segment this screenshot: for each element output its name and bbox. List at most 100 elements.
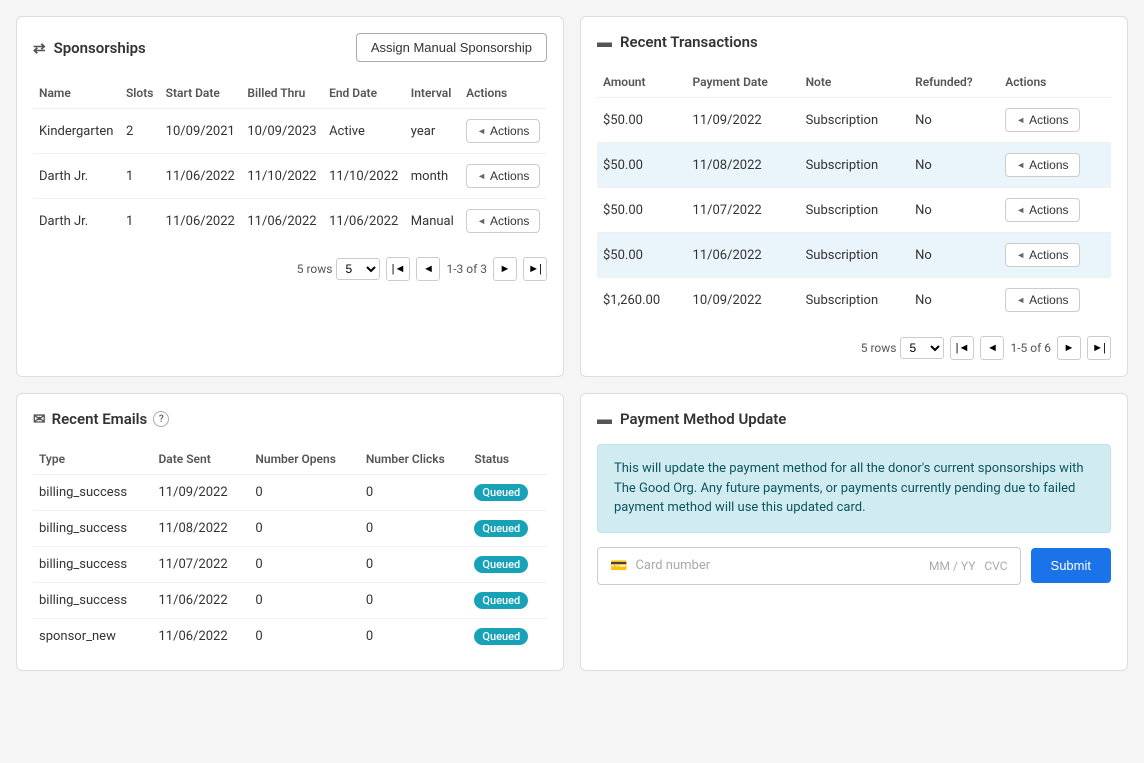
table-row: $50.00 11/07/2022 Subscription No Action… bbox=[597, 188, 1111, 233]
sponsorships-rows-select[interactable]: 5 rows 5 10 25 bbox=[297, 258, 381, 280]
transactions-pagination: 5 rows 5 10 25 |◄ ◄ 1-5 of 6 ► ►| bbox=[597, 336, 1111, 360]
cell-actions: Actions bbox=[999, 98, 1111, 143]
status-badge: Queued bbox=[474, 628, 528, 645]
sponsorships-pagination: 5 rows 5 10 25 |◄ ◄ 1-3 of 3 ► ►| bbox=[33, 257, 547, 281]
cell-clicks: 0 bbox=[360, 619, 469, 655]
cell-end-date: 11/06/2022 bbox=[323, 199, 405, 244]
payment-method-title: ▬ Payment Method Update bbox=[597, 410, 786, 428]
cell-opens: 0 bbox=[249, 511, 359, 547]
cell-refunded: No bbox=[909, 98, 999, 143]
cell-actions: Actions bbox=[460, 199, 547, 244]
col-interval: Interval bbox=[405, 78, 460, 109]
rows-label: 5 rows bbox=[297, 262, 333, 276]
sponsorships-first-page[interactable]: |◄ bbox=[386, 257, 410, 281]
cell-note: Subscription bbox=[800, 98, 910, 143]
cell-type: billing_success bbox=[33, 475, 152, 511]
actions-button[interactable]: Actions bbox=[1005, 243, 1079, 267]
rows-label: 5 rows bbox=[861, 341, 897, 355]
cell-amount: $50.00 bbox=[597, 188, 687, 233]
recent-transactions-card: ▬ Recent Transactions Amount Payment Dat… bbox=[580, 16, 1128, 377]
cell-end-date: 11/10/2022 bbox=[323, 154, 405, 199]
transactions-page-info: 1-5 of 6 bbox=[1010, 341, 1051, 355]
table-row: $50.00 11/08/2022 Subscription No Action… bbox=[597, 143, 1111, 188]
table-row: billing_success 11/08/2022 0 0 Queued bbox=[33, 511, 547, 547]
recent-transactions-header: ▬ Recent Transactions bbox=[597, 33, 1111, 51]
cell-note: Subscription bbox=[800, 278, 910, 323]
cell-amount: $50.00 bbox=[597, 98, 687, 143]
card-input-icon: 💳 bbox=[610, 558, 627, 574]
table-row: billing_success 11/06/2022 0 0 Queued bbox=[33, 583, 547, 619]
transactions-rows-dropdown[interactable]: 5 10 25 bbox=[900, 337, 944, 359]
table-row: $50.00 11/06/2022 Subscription No Action… bbox=[597, 233, 1111, 278]
sponsorships-page-info: 1-3 of 3 bbox=[446, 262, 487, 276]
cell-date-sent: 11/07/2022 bbox=[152, 547, 249, 583]
payment-method-header: ▬ Payment Method Update bbox=[597, 410, 1111, 428]
table-row: billing_success 11/09/2022 0 0 Queued bbox=[33, 475, 547, 511]
card-number-input-wrapper[interactable]: 💳 Card number MM / YY CVC bbox=[597, 547, 1021, 585]
cell-interval: Manual bbox=[405, 199, 460, 244]
cell-type: billing_success bbox=[33, 511, 152, 547]
cell-date-sent: 11/06/2022 bbox=[152, 583, 249, 619]
cell-status: Queued bbox=[468, 619, 547, 655]
col-refunded: Refunded? bbox=[909, 67, 999, 98]
col-number-opens: Number Opens bbox=[249, 444, 359, 475]
card-date-cvc: MM / YY CVC bbox=[929, 559, 1008, 573]
cell-billed-thru: 10/09/2023 bbox=[241, 109, 323, 154]
sponsorships-next-page[interactable]: ► bbox=[493, 257, 517, 281]
transactions-prev-page[interactable]: ◄ bbox=[980, 336, 1004, 360]
cell-amount: $1,260.00 bbox=[597, 278, 687, 323]
actions-button[interactable]: Actions bbox=[1005, 108, 1079, 132]
actions-button[interactable]: Actions bbox=[466, 209, 540, 233]
cell-date-sent: 11/08/2022 bbox=[152, 511, 249, 547]
payment-card-icon: ▬ bbox=[597, 410, 612, 428]
recent-transactions-title: ▬ Recent Transactions bbox=[597, 33, 758, 51]
col-slots: Slots bbox=[120, 78, 160, 109]
cell-type: billing_success bbox=[33, 583, 152, 619]
payment-input-row: 💳 Card number MM / YY CVC Submit bbox=[597, 547, 1111, 585]
sponsorships-last-page[interactable]: ►| bbox=[523, 257, 547, 281]
status-badge: Queued bbox=[474, 592, 528, 609]
cell-type: sponsor_new bbox=[33, 619, 152, 655]
col-note: Note bbox=[800, 67, 910, 98]
submit-button[interactable]: Submit bbox=[1031, 548, 1111, 583]
sponsorships-rows-dropdown[interactable]: 5 10 25 bbox=[336, 258, 380, 280]
emails-table: Type Date Sent Number Opens Number Click… bbox=[33, 444, 547, 654]
cell-end-date: Active bbox=[323, 109, 405, 154]
transactions-next-page[interactable]: ► bbox=[1057, 336, 1081, 360]
status-badge: Queued bbox=[474, 520, 528, 537]
cell-name: Kindergarten bbox=[33, 109, 120, 154]
recent-emails-title: ✉ Recent Emails ? bbox=[33, 410, 169, 428]
cell-opens: 0 bbox=[249, 619, 359, 655]
col-amount: Amount bbox=[597, 67, 687, 98]
cell-start-date: 10/09/2021 bbox=[160, 109, 242, 154]
transactions-last-page[interactable]: ►| bbox=[1087, 336, 1111, 360]
cell-name: Darth Jr. bbox=[33, 199, 120, 244]
transactions-first-page[interactable]: |◄ bbox=[950, 336, 974, 360]
actions-button[interactable]: Actions bbox=[1005, 288, 1079, 312]
cell-status: Queued bbox=[468, 475, 547, 511]
table-row: Kindergarten 2 10/09/2021 10/09/2023 Act… bbox=[33, 109, 547, 154]
cell-amount: $50.00 bbox=[597, 233, 687, 278]
cell-actions: Actions bbox=[460, 109, 547, 154]
help-icon[interactable]: ? bbox=[153, 411, 169, 427]
cell-refunded: No bbox=[909, 188, 999, 233]
transactions-table: Amount Payment Date Note Refunded? Actio… bbox=[597, 67, 1111, 322]
cell-start-date: 11/06/2022 bbox=[160, 154, 242, 199]
cell-clicks: 0 bbox=[360, 547, 469, 583]
cell-status: Queued bbox=[468, 511, 547, 547]
actions-button[interactable]: Actions bbox=[466, 119, 540, 143]
cell-payment-date: 11/09/2022 bbox=[687, 98, 800, 143]
cell-opens: 0 bbox=[249, 475, 359, 511]
cell-name: Darth Jr. bbox=[33, 154, 120, 199]
transactions-rows-select[interactable]: 5 rows 5 10 25 bbox=[861, 337, 945, 359]
cell-actions: Actions bbox=[999, 278, 1111, 323]
table-row: sponsor_new 11/06/2022 0 0 Queued bbox=[33, 619, 547, 655]
assign-manual-sponsorship-button[interactable]: Assign Manual Sponsorship bbox=[356, 33, 547, 62]
actions-button[interactable]: Actions bbox=[466, 164, 540, 188]
cell-status: Queued bbox=[468, 547, 547, 583]
sponsorships-prev-page[interactable]: ◄ bbox=[416, 257, 440, 281]
cell-note: Subscription bbox=[800, 143, 910, 188]
sponsorship-icon: ⇄ bbox=[33, 39, 46, 57]
actions-button[interactable]: Actions bbox=[1005, 198, 1079, 222]
actions-button[interactable]: Actions bbox=[1005, 153, 1079, 177]
